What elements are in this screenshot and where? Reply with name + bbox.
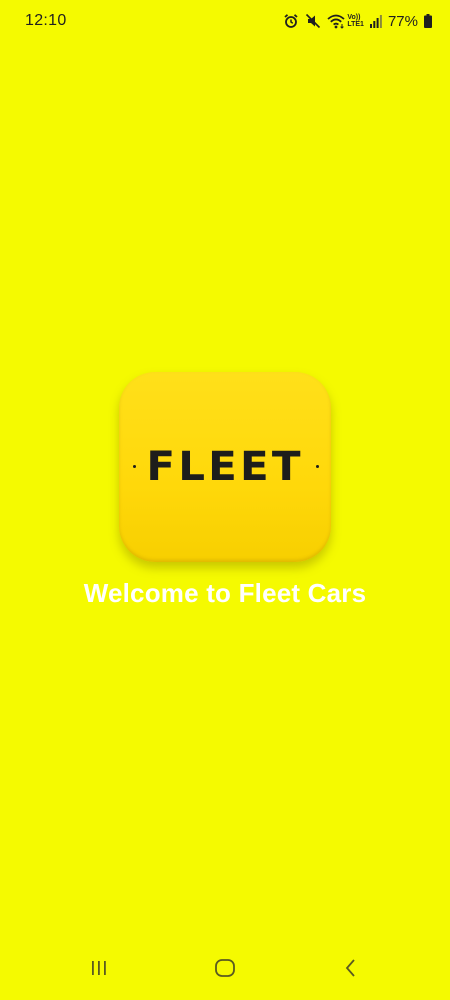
logo-text: FLEET: [146, 444, 304, 490]
recents-button[interactable]: [84, 956, 114, 980]
status-icons: Vo)) LTE1 77%: [283, 11, 432, 31]
battery-icon: [424, 14, 432, 28]
back-button[interactable]: [336, 956, 366, 980]
battery-percent: 77%: [387, 12, 418, 30]
signal-icon: [369, 13, 382, 29]
alarm-icon: [283, 13, 299, 29]
wifi-icon: [327, 13, 345, 29]
recents-icon: [88, 959, 110, 977]
status-time: 12:10: [25, 12, 67, 29]
home-button[interactable]: [210, 956, 240, 980]
home-icon: [214, 958, 236, 978]
volte-line-1: Vo)): [347, 14, 361, 21]
welcome-text: Welcome to Fleet Cars: [83, 578, 367, 608]
volte-line-2: LTE1: [347, 21, 364, 28]
mute-icon: [305, 13, 321, 29]
splash-screen: 12:10 Vo)) LTE1 77% FLEET Welcome to Fle…: [0, 0, 450, 1000]
status-bar: 12:10 Vo)) LTE1 77%: [0, 0, 450, 44]
back-icon: [340, 958, 362, 978]
navigation-bar: [0, 944, 450, 1000]
volte-indicator: Vo)) LTE1: [347, 14, 364, 28]
